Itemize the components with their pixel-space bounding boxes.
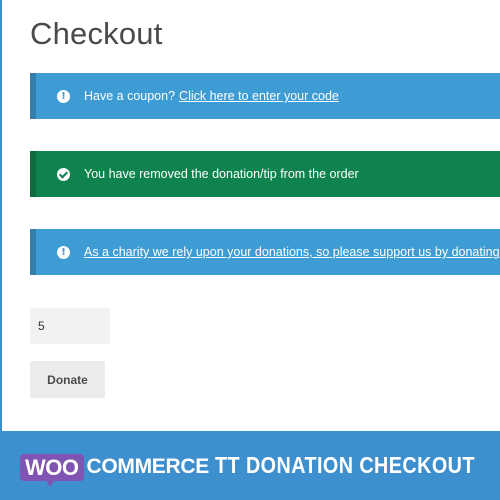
woo-logo-bubble: WOO xyxy=(20,453,84,487)
donation-removed-notice: You have removed the donation/tip from t… xyxy=(30,151,500,197)
donation-amount-input[interactable] xyxy=(30,308,110,344)
info-icon xyxy=(57,245,70,259)
checkout-page: Checkout Have a coupon? Click here to en… xyxy=(0,0,500,500)
donation-removed-text: You have removed the donation/tip from t… xyxy=(84,166,359,181)
charity-donate-link[interactable]: As a charity we rely upon your donations… xyxy=(84,245,500,259)
commerce-logo-text: COMMERCE xyxy=(86,455,210,478)
info-icon xyxy=(57,89,70,103)
coupon-notice-text: Have a coupon? xyxy=(84,88,176,103)
coupon-notice: Have a coupon? Click here to enter your … xyxy=(30,73,500,119)
donate-button[interactable]: Donate xyxy=(30,361,105,398)
page-title: Checkout xyxy=(30,16,163,51)
woocommerce-logo: WOO COMMERCE xyxy=(20,452,210,487)
check-icon xyxy=(57,167,70,181)
banner: WOO COMMERCE TT DONATION CHECKOUT xyxy=(2,431,500,500)
charity-notice: As a charity we rely upon your donations… xyxy=(30,229,500,275)
banner-title: TT DONATION CHECKOUT xyxy=(215,452,475,478)
coupon-link[interactable]: Click here to enter your code xyxy=(179,89,339,103)
